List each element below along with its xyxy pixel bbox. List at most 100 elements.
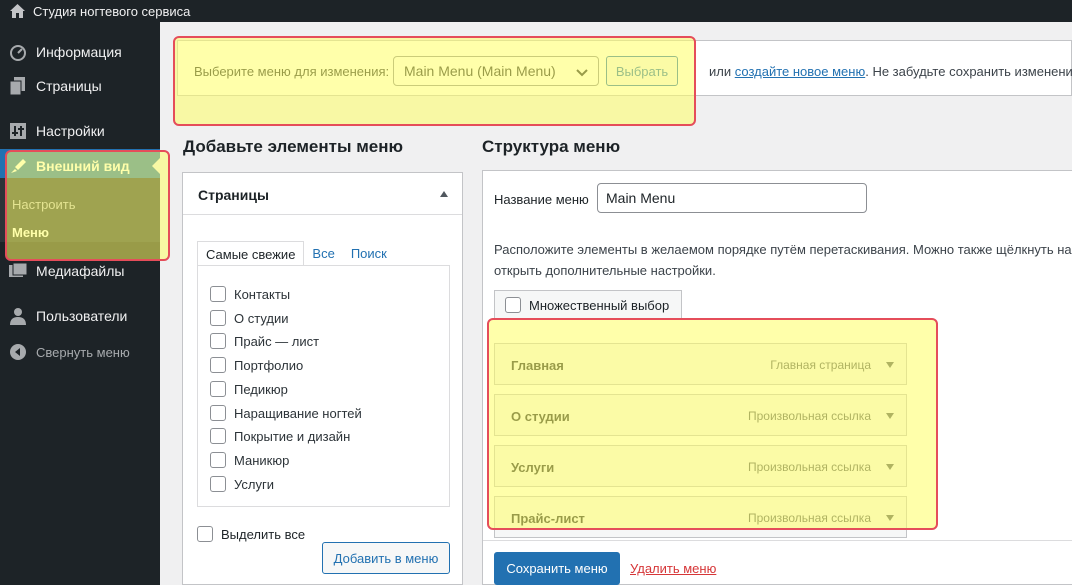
checkbox[interactable] <box>210 357 226 373</box>
bulk-select-toggle[interactable]: Множественный выбор <box>494 290 682 320</box>
checkbox[interactable] <box>210 333 226 349</box>
list-item[interactable]: Наращивание ногтей <box>210 404 362 422</box>
appearance-submenu: Настроить Меню <box>0 178 160 242</box>
site-title[interactable]: Студия ногтевого сервиса <box>33 4 190 19</box>
select-all-label: Выделить все <box>221 526 306 542</box>
tab-all[interactable]: Все <box>304 241 342 266</box>
create-menu-text: или создайте новое меню. Не забудьте сох… <box>709 64 1072 79</box>
bulk-select-label: Множественный выбор <box>529 297 670 313</box>
checkbox[interactable] <box>210 381 226 397</box>
collapse-triangle-icon[interactable] <box>440 191 448 197</box>
page-label: Маникюр <box>234 452 290 468</box>
expand-arrow-icon[interactable] <box>886 464 894 470</box>
checkbox[interactable] <box>210 452 226 468</box>
menu-item-title: Услуги <box>511 460 555 475</box>
tab-most-recent[interactable]: Самые свежие <box>197 241 305 266</box>
list-item[interactable]: Педикюр <box>210 380 288 398</box>
menu-instructions: Расположите элементы в желаемом порядке … <box>494 239 1072 281</box>
expand-arrow-icon[interactable] <box>886 515 894 521</box>
expand-arrow-icon[interactable] <box>886 413 894 419</box>
menu-item-box[interactable]: О студии Произвольная ссылка <box>494 394 907 436</box>
page-label: Покрытие и дизайн <box>234 428 351 444</box>
checkbox[interactable] <box>210 428 226 444</box>
submenu-item-menus[interactable]: Меню <box>12 225 49 240</box>
manage-menus-bar: Выберите меню для изменения: Main Menu (… <box>177 40 1072 96</box>
settings-icon <box>8 121 28 141</box>
checkbox[interactable] <box>505 297 521 313</box>
admin-bar: Студия ногтевого сервиса <box>0 0 1072 22</box>
select-all-checkbox[interactable]: Выделить все <box>197 526 305 542</box>
pages-tabs: Самые свежие Все Поиск <box>197 241 395 266</box>
collapse-menu-button[interactable]: Свернуть меню <box>0 341 160 363</box>
menu-select-value: Main Menu (Main Menu) <box>404 63 556 79</box>
menu-structure-panel: Название меню Main Menu Расположите элем… <box>482 170 1072 585</box>
appearance-icon <box>8 156 28 176</box>
menu-item-type: Произвольная ссылка <box>747 460 871 474</box>
menu-item-title: О студии <box>511 409 570 424</box>
media-icon <box>8 261 28 281</box>
divider <box>183 214 462 215</box>
menu-item-type: Произвольная ссылка <box>747 511 871 525</box>
page-label: Портфолио <box>234 357 304 373</box>
users-icon <box>8 306 28 326</box>
or-text: или <box>709 64 732 79</box>
delete-menu-link[interactable]: Удалить меню <box>630 561 716 576</box>
save-reminder-text: . Не забудьте сохранить изменения! <box>865 64 1072 79</box>
list-item[interactable]: О студии <box>210 309 289 327</box>
sidebar-item-dashboard[interactable]: Информация <box>0 35 160 69</box>
page-label: Контакты <box>234 286 291 302</box>
instructions-line: Расположите элементы в желаемом порядке … <box>494 242 1072 257</box>
page-label: О студии <box>234 310 289 326</box>
checkbox[interactable] <box>210 310 226 326</box>
sidebar-item-pages[interactable]: Страницы <box>0 69 160 103</box>
menu-item-box[interactable]: Главная Главная страница <box>494 343 907 385</box>
sidebar-item-label: Страницы <box>36 78 102 94</box>
list-item[interactable]: Маникюр <box>210 451 289 469</box>
divider <box>483 540 1072 541</box>
sidebar-item-label: Внешний вид <box>36 158 130 174</box>
pages-checklist: Контакты О студии Прайс — лист Портфолио… <box>197 265 450 507</box>
checkbox[interactable] <box>210 286 226 302</box>
submenu-item-customize[interactable]: Настроить <box>12 197 76 212</box>
save-menu-button[interactable]: Сохранить меню <box>494 552 620 585</box>
sidebar-item-label: Информация <box>36 44 122 60</box>
menu-select[interactable]: Main Menu (Main Menu) <box>393 56 599 86</box>
chevron-down-icon <box>576 65 588 81</box>
sidebar-item-label: Медиафайлы <box>36 263 125 279</box>
sidebar-item-media[interactable]: Медиафайлы <box>0 254 160 288</box>
list-item[interactable]: Покрытие и дизайн <box>210 427 350 445</box>
collapse-icon <box>10 344 26 360</box>
list-item[interactable]: Контакты <box>210 285 290 303</box>
dashboard-icon <box>8 42 28 62</box>
pages-panel-title[interactable]: Страницы <box>198 187 269 203</box>
pages-accordion-panel: Страницы Самые свежие Все Поиск Контакты… <box>182 172 463 585</box>
sidebar-item-users[interactable]: Пользователи <box>0 299 160 333</box>
add-to-menu-button[interactable]: Добавить в меню <box>322 542 450 574</box>
list-item[interactable]: Прайс — лист <box>210 332 319 350</box>
list-item[interactable]: Портфолио <box>210 356 303 374</box>
list-item[interactable]: Услуги <box>210 475 274 493</box>
expand-arrow-icon[interactable] <box>886 362 894 368</box>
structure-heading: Структура меню <box>482 137 621 156</box>
create-new-menu-link[interactable]: создайте новое меню <box>735 64 865 79</box>
menu-name-input[interactable]: Main Menu <box>597 183 867 213</box>
menu-item-type: Произвольная ссылка <box>747 409 871 423</box>
page-label: Прайс — лист <box>234 333 320 349</box>
pages-icon <box>8 76 28 96</box>
menu-item-title: Главная <box>511 358 564 373</box>
checkbox[interactable] <box>210 476 226 492</box>
sidebar-item-label: Настройки <box>36 123 105 139</box>
menu-item-box[interactable]: Прайс-лист Произвольная ссылка <box>494 496 907 538</box>
sidebar-item-settings[interactable]: Настройки <box>0 114 160 148</box>
menu-name-label: Название меню <box>494 192 589 207</box>
home-icon[interactable] <box>9 3 25 19</box>
menu-item-box[interactable]: Услуги Произвольная ссылка <box>494 445 907 487</box>
instructions-line: открыть дополнительные настройки. <box>494 263 716 278</box>
checkbox[interactable] <box>210 405 226 421</box>
add-items-heading: Добавьте элементы меню <box>183 137 404 156</box>
page-label: Педикюр <box>234 381 288 397</box>
checkbox[interactable] <box>197 526 213 542</box>
tab-search[interactable]: Поиск <box>343 241 395 266</box>
page-label: Услуги <box>234 476 274 492</box>
select-menu-button[interactable]: Выбрать <box>606 56 678 86</box>
